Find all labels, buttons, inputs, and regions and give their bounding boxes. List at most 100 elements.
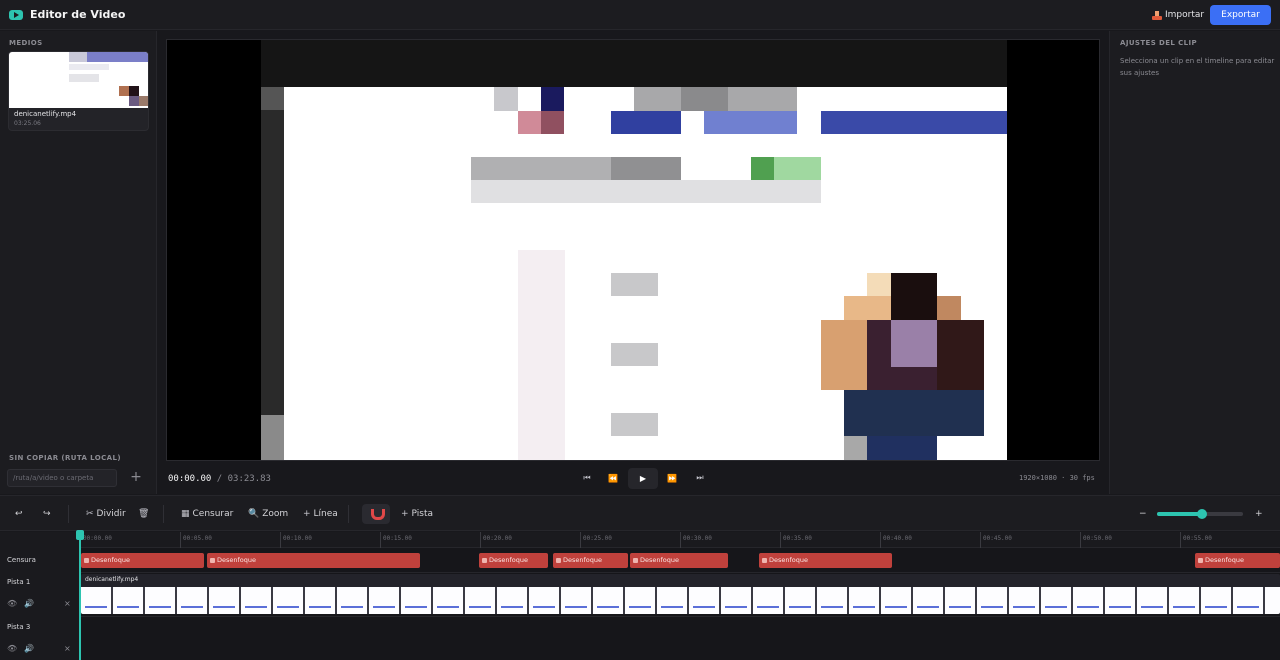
clip-thumbnail-frame (437, 606, 459, 608)
track-label-pista-3: Pista 3 (7, 623, 31, 631)
ruler-tick-label: 00:45.00 (983, 535, 1012, 542)
close-icon[interactable]: × (64, 599, 71, 608)
trash-icon: 🗑 (138, 509, 150, 519)
clip-thumbnail-frame (629, 606, 651, 608)
media-item[interactable]: denicanetlify.mp4 03:25.06 (8, 51, 149, 131)
censor-button[interactable]: ▦ Censurar (181, 506, 233, 522)
preview-area: 00:00.00 / 03:23.83 ⏮ ⏪ ▶ ⏩ ⏭ 1920×1080 … (158, 31, 1108, 494)
ruler-tick-label: 00:00.00 (83, 535, 112, 542)
zoom-label: Zoom (262, 509, 289, 519)
split-label: Dividir (96, 509, 126, 519)
ruler-tick: 00:50.00 (1080, 532, 1112, 548)
ruler-tick: 00:55.00 (1180, 532, 1212, 548)
clip-thumbnail-frame (1173, 606, 1195, 608)
clip-thumbnail-frame (949, 606, 971, 608)
clip-thumbnail-frame (981, 606, 1003, 608)
time-ruler[interactable]: 00:00.00 00:05.00 00:10.00 00:15.00 00:20.00… (80, 532, 1280, 548)
close-icon[interactable]: × (64, 644, 71, 653)
blur-segment[interactable]: Desenfoque (759, 553, 892, 568)
clip-thumbnail-frame (405, 606, 427, 608)
plus-icon: + (401, 509, 409, 519)
ruler-tick: 00:20.00 (480, 532, 512, 548)
ruler-tick: 00:40.00 (880, 532, 912, 548)
import-label: Importar (1165, 10, 1205, 20)
video-frame-content (261, 40, 1007, 460)
speaker-icon[interactable]: 🔊 (24, 644, 34, 653)
clip-thumbnail-frame (757, 606, 779, 608)
zoom-button[interactable]: 🔍 Zoom (248, 506, 288, 522)
blur-segment[interactable]: Desenfoque (207, 553, 420, 568)
total-time: 03:23.83 (227, 474, 271, 484)
skip-start-button[interactable]: ⏮ (580, 468, 594, 488)
ruler-tick-label: 00:05.00 (183, 535, 212, 542)
media-thumbnail (9, 52, 148, 108)
blur-segment[interactable]: Desenfoque (553, 553, 628, 568)
speaker-icon[interactable]: 🔊 (24, 599, 34, 608)
blur-segment[interactable]: Desenfoque (1195, 553, 1280, 568)
clip-settings-title: AJUSTES DEL CLIP (1120, 39, 1198, 47)
ruler-tick: 00:35.00 (780, 532, 812, 548)
redo-button[interactable]: ↪ (43, 506, 51, 522)
snap-magnet-button[interactable] (362, 504, 390, 524)
ruler-tick-label: 00:35.00 (783, 535, 812, 542)
import-icon (1152, 10, 1162, 20)
forward-button[interactable]: ⏩ (664, 468, 680, 488)
clip-thumbnail-frame (1045, 606, 1067, 608)
clip-thumbnail-frame (149, 606, 171, 608)
eye-icon[interactable]: 👁 (7, 644, 17, 653)
timeline-zoom-slider[interactable] (1157, 509, 1243, 519)
ruler-tick-label: 00:15.00 (383, 535, 412, 542)
ruler-tick: 00:10.00 (280, 532, 312, 548)
censor-label: Censurar (192, 509, 234, 519)
video-clip[interactable]: denicanetlify.mp4 (81, 574, 1280, 614)
play-button[interactable]: ▶ (628, 468, 658, 489)
video-preview[interactable] (166, 39, 1100, 461)
media-name: denicanetlify.mp4 (14, 110, 77, 118)
eye-icon[interactable]: 👁 (7, 599, 17, 608)
blur-segment[interactable]: Desenfoque (479, 553, 548, 568)
clip-settings-panel: AJUSTES DEL CLIP Selecciona un clip en e… (1109, 31, 1280, 494)
magnifier-icon: 🔍 (248, 509, 260, 519)
zoom-slider-handle[interactable] (1196, 509, 1207, 519)
media-title: MEDIOS (9, 39, 43, 47)
clip-thumbnail-frame (661, 606, 683, 608)
clip-thumbnail-frame (1109, 606, 1131, 608)
ruler-tick-label: 00:25.00 (583, 535, 612, 542)
add-path-button[interactable]: + (128, 468, 144, 486)
split-button[interactable]: ✂ Dividir (86, 506, 126, 522)
zoom-out-button[interactable]: − (1139, 506, 1147, 522)
skip-end-button[interactable]: ⏭ (693, 468, 707, 488)
app-title: Editor de Video (30, 8, 126, 21)
ruler-tick: 00:15.00 (380, 532, 412, 548)
ruler-tick: 00:45.00 (980, 532, 1012, 548)
export-button[interactable]: Exportar (1210, 5, 1271, 25)
line-button[interactable]: + Línea (303, 506, 338, 522)
playhead[interactable] (76, 530, 84, 660)
plus-icon: + (303, 509, 311, 519)
ruler-tick-label: 00:10.00 (283, 535, 312, 542)
clip-thumbnail-frame (309, 606, 331, 608)
media-duration: 03:25.06 (14, 120, 41, 127)
undo-button[interactable]: ↩ (15, 506, 23, 522)
clip-thumbnail-frame (853, 606, 875, 608)
delete-button[interactable]: 🗑 (138, 506, 149, 522)
ruler-tick-label: 00:50.00 (1083, 535, 1112, 542)
blur-segment[interactable]: Desenfoque (630, 553, 728, 568)
clip-thumbnail-frame (565, 606, 587, 608)
add-track-button[interactable]: + Pista (401, 506, 433, 522)
zoom-in-button[interactable]: + (1255, 506, 1263, 522)
clip-thumbnail-frame (373, 606, 395, 608)
rewind-button[interactable]: ⏪ (605, 468, 621, 488)
line-label: Línea (313, 509, 338, 519)
import-button[interactable]: Importar (1146, 5, 1210, 25)
censor-icon: ▦ (181, 509, 190, 519)
clip-thumbnail-frame (597, 606, 619, 608)
top-bar: Editor de Video Importar Exportar (0, 0, 1280, 30)
ruler-tick-label: 00:30.00 (683, 535, 712, 542)
ruler-tick: 00:30.00 (680, 532, 712, 548)
clip-thumbnail-frame (1141, 606, 1163, 608)
blur-segment[interactable]: Desenfoque (81, 553, 204, 568)
clip-thumbnail-frame (885, 606, 907, 608)
resolution-info: 1920×1080 · 30 fps (1019, 474, 1095, 482)
local-path-input[interactable] (7, 469, 117, 487)
